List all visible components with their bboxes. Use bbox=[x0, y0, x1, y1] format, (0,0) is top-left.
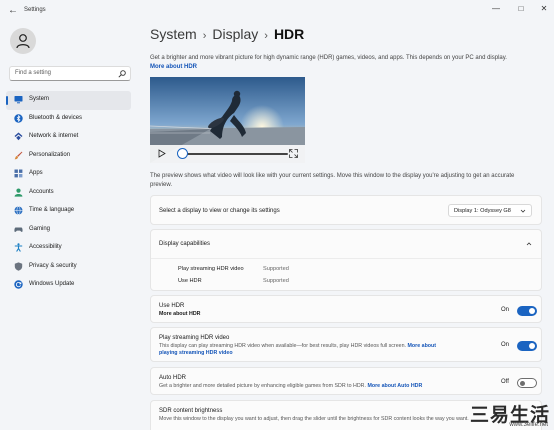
streaming-hdr-desc-text: This display can play streaming HDR vide… bbox=[159, 343, 407, 349]
auto-hdr-card: Auto HDR Get a brighter and more detaile… bbox=[150, 367, 542, 395]
sidebar-item-label: Gaming bbox=[29, 225, 51, 232]
sidebar-item-label: Bluetooth & devices bbox=[29, 114, 83, 121]
chevron-up-icon bbox=[526, 242, 532, 246]
close-button[interactable]: ✕ bbox=[536, 3, 552, 15]
bluetooth-icon bbox=[14, 113, 23, 123]
app-title: Settings bbox=[24, 7, 46, 13]
use-hdr-card: Use HDR More about HDR On bbox=[150, 295, 542, 323]
chevron-down-icon bbox=[520, 209, 526, 213]
capability-name: Use HDR bbox=[178, 278, 202, 284]
sidebar-item-windows-update[interactable]: Windows Update bbox=[6, 276, 131, 295]
sidebar-item-label: Privacy & security bbox=[29, 262, 77, 269]
minimize-button[interactable]: — bbox=[488, 3, 504, 15]
sidebar-item-system[interactable]: System bbox=[6, 91, 131, 110]
streaming-hdr-state: On bbox=[501, 342, 510, 348]
video-controls bbox=[150, 145, 305, 163]
chevron-right-icon: › bbox=[202, 30, 207, 42]
sidebar-nav: System Bluetooth & devices Network & int… bbox=[6, 91, 131, 295]
fullscreen-icon[interactable] bbox=[289, 149, 298, 158]
chevron-right-icon: › bbox=[264, 30, 268, 42]
sidebar-item-label: System bbox=[29, 96, 50, 102]
monitor-icon bbox=[14, 96, 23, 104]
sidebar-item-privacy-security[interactable]: Privacy & security bbox=[6, 258, 131, 277]
auto-hdr-state: Off bbox=[501, 379, 509, 385]
display-dropdown[interactable]: Display 1: Odyssey G8 bbox=[448, 204, 532, 217]
watermark-url: www.3elife.net bbox=[509, 422, 548, 428]
breadcrumb-display[interactable]: Display bbox=[212, 26, 258, 42]
more-about-hdr-link[interactable]: More about HDR bbox=[150, 64, 197, 70]
sidebar-item-apps[interactable]: Apps bbox=[6, 165, 131, 184]
streaming-hdr-more-link-2[interactable]: playing streaming HDR video bbox=[159, 350, 233, 356]
play-icon[interactable] bbox=[158, 149, 166, 158]
shield-icon bbox=[14, 261, 23, 271]
auto-hdr-description: Get a brighter and more detailed picture… bbox=[159, 383, 422, 390]
back-button[interactable]: ← bbox=[6, 5, 20, 17]
sidebar-item-label: Accessibility bbox=[29, 244, 62, 250]
title-bar: ← Settings — □ ✕ bbox=[0, 0, 554, 22]
divider bbox=[151, 258, 541, 259]
accessibility-icon bbox=[14, 243, 23, 252]
update-icon bbox=[14, 280, 23, 289]
sidebar-item-label: Network & internet bbox=[29, 133, 79, 139]
search-placeholder: Find a setting bbox=[15, 70, 52, 76]
globe-icon bbox=[14, 206, 23, 215]
site-watermark: 三易生活 www.3elife.net bbox=[470, 400, 550, 428]
display-capabilities-title: Display capabilities bbox=[159, 241, 211, 247]
sidebar-item-bluetooth[interactable]: Bluetooth & devices bbox=[6, 110, 131, 129]
sidebar-item-accessibility[interactable]: Accessibility bbox=[6, 239, 131, 258]
preview-note: The preview shows what video will look l… bbox=[150, 173, 515, 188]
capability-name: Play streaming HDR video bbox=[178, 266, 244, 272]
streaming-hdr-card: Play streaming HDR video This display ca… bbox=[150, 327, 542, 362]
sidebar-item-label: Accounts bbox=[29, 188, 54, 195]
auto-hdr-more-link[interactable]: More about Auto HDR bbox=[367, 383, 422, 389]
sidebar-item-label: Personalization bbox=[29, 151, 71, 158]
sidebar-item-label: Apps bbox=[29, 170, 43, 176]
person-icon bbox=[14, 188, 23, 197]
streaming-hdr-description: This display can play streaming HDR vide… bbox=[159, 343, 459, 357]
sidebar-item-time-language[interactable]: Time & language bbox=[6, 202, 131, 221]
hdr-description-text: Get a brighter and more vibrant picture … bbox=[150, 55, 507, 61]
network-icon bbox=[14, 132, 23, 141]
breadcrumb: System › Display › HDR bbox=[150, 26, 304, 42]
apps-icon bbox=[14, 169, 23, 178]
maximize-button[interactable]: □ bbox=[513, 3, 529, 15]
gamepad-icon bbox=[14, 227, 23, 232]
streaming-hdr-more-link[interactable]: More about bbox=[408, 343, 437, 349]
display-capabilities-card: Display capabilities Play streaming HDR … bbox=[150, 229, 542, 291]
auto-hdr-label: Auto HDR bbox=[159, 375, 187, 381]
sidebar-item-gaming[interactable]: Gaming bbox=[6, 221, 131, 240]
use-hdr-state: On bbox=[501, 307, 510, 313]
sidebar-item-label: Time & language bbox=[29, 207, 75, 213]
capability-value: Supported bbox=[263, 266, 289, 272]
capability-value: Supported bbox=[263, 278, 289, 284]
hdr-preview-video[interactable] bbox=[150, 77, 305, 163]
streaming-hdr-label: Play streaming HDR video bbox=[159, 335, 230, 341]
auto-hdr-desc-text: Get a brighter and more detailed picture… bbox=[159, 383, 366, 389]
streaming-hdr-toggle[interactable] bbox=[517, 341, 537, 351]
sdr-brightness-label: SDR content brightness bbox=[159, 408, 223, 414]
use-hdr-more-link[interactable]: More about HDR bbox=[159, 311, 201, 317]
breadcrumb-system[interactable]: System bbox=[150, 26, 197, 42]
use-hdr-toggle[interactable] bbox=[517, 306, 537, 316]
sidebar-item-network[interactable]: Network & internet bbox=[6, 128, 131, 147]
auto-hdr-toggle[interactable] bbox=[517, 378, 537, 388]
video-progress-track[interactable] bbox=[178, 153, 288, 155]
search-input[interactable]: Find a setting bbox=[9, 66, 131, 81]
settings-window: ← Settings — □ ✕ Find a setting System B… bbox=[0, 0, 554, 430]
search-icon bbox=[118, 70, 126, 78]
brush-icon bbox=[14, 151, 23, 159]
user-avatar[interactable] bbox=[10, 28, 36, 54]
display-select-label: Select a display to view or change its s… bbox=[159, 208, 280, 214]
sidebar-item-personalization[interactable]: Personalization bbox=[6, 147, 131, 166]
display-select-card: Select a display to view or change its s… bbox=[150, 195, 542, 225]
video-progress-thumb[interactable] bbox=[177, 148, 188, 159]
sidebar-item-label: Windows Update bbox=[29, 281, 75, 287]
page-title: HDR bbox=[273, 26, 305, 42]
display-capabilities-header[interactable]: Display capabilities bbox=[151, 230, 541, 258]
sidebar-item-accounts[interactable]: Accounts bbox=[6, 184, 131, 203]
hdr-description: Get a brighter and more vibrant picture … bbox=[150, 54, 535, 71]
use-hdr-label: Use HDR bbox=[159, 303, 185, 309]
display-dropdown-value: Display 1: Odyssey G8 bbox=[454, 208, 511, 214]
person-icon bbox=[16, 34, 30, 49]
